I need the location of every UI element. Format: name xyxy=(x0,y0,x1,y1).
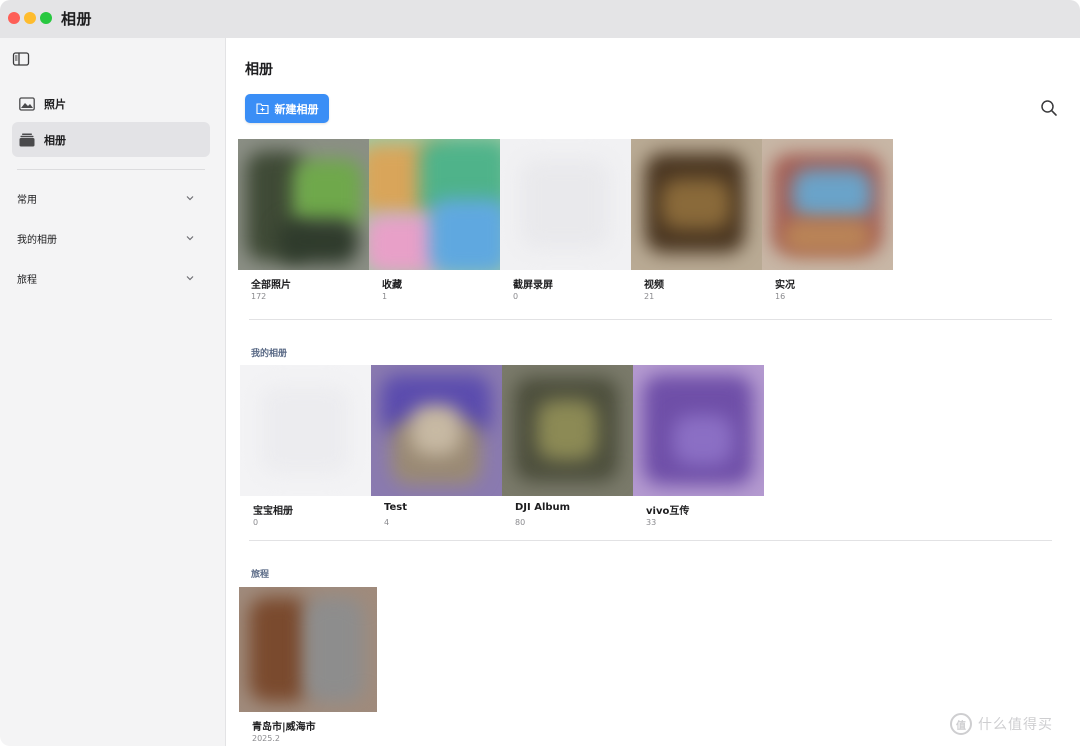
sidebar-group-label: 旅程 xyxy=(17,274,37,286)
section-divider xyxy=(249,540,1052,541)
album-count: 16 xyxy=(775,292,786,301)
album-thumbnail xyxy=(240,365,371,496)
album-count: 80 xyxy=(515,518,526,527)
sidebar-group-label: 我的相册 xyxy=(17,234,57,246)
page-title: 相册 xyxy=(245,62,273,78)
album-name: 宝宝相册 xyxy=(253,506,293,517)
chevron-down-icon xyxy=(186,276,194,281)
sidebar-group-my-albums[interactable]: 我的相册 xyxy=(17,228,195,248)
album-name: 收藏 xyxy=(382,280,402,291)
sidebar-item-label: 照片 xyxy=(44,97,66,111)
album-thumbnail xyxy=(369,139,500,270)
sidebar-group-common[interactable]: 常用 xyxy=(17,188,195,208)
watermark: 值 什么值得买 xyxy=(950,713,1053,735)
album-thumbnail xyxy=(238,139,369,270)
album-count: 33 xyxy=(646,518,657,527)
album-name: 视频 xyxy=(644,280,664,291)
maximize-window-button[interactable] xyxy=(40,12,52,24)
sidebar-item-albums[interactable]: 相册 xyxy=(12,122,210,157)
album-name: Test xyxy=(384,502,408,513)
new-album-label: 新建相册 xyxy=(274,102,319,116)
album-thumbnail xyxy=(631,139,762,270)
watermark-logo: 值 xyxy=(950,713,972,735)
sidebar-item-label: 相册 xyxy=(44,133,66,147)
album-name: DJI Album xyxy=(515,502,571,513)
section-divider xyxy=(249,319,1052,320)
album-name: 截屏录屏 xyxy=(513,280,553,291)
album-stack-icon xyxy=(18,132,36,148)
watermark-text: 什么值得买 xyxy=(978,717,1053,733)
album-count: 1 xyxy=(382,292,388,301)
sidebar-item-photos[interactable]: 照片 xyxy=(12,86,210,121)
album-name: 全部照片 xyxy=(251,280,291,291)
sidebar-group-label: 常用 xyxy=(17,194,37,206)
album-name: vivo互传 xyxy=(646,506,690,517)
sidebar-toggle-icon[interactable] xyxy=(12,51,30,67)
journeys-heading: 旅程 xyxy=(251,570,270,580)
add-album-icon xyxy=(255,102,269,115)
close-window-button[interactable] xyxy=(8,12,20,24)
album-thumbnail xyxy=(502,365,633,496)
album-count: 0 xyxy=(253,518,259,527)
album-thumbnail xyxy=(762,139,893,270)
album-name: 实况 xyxy=(775,280,795,291)
album-thumbnail xyxy=(633,365,764,496)
chevron-down-icon xyxy=(186,236,194,241)
search-icon[interactable] xyxy=(1039,98,1059,118)
sidebar-group-journeys[interactable]: 旅程 xyxy=(17,268,195,288)
my-albums-heading: 我的相册 xyxy=(251,349,288,359)
journey-date: 2025.2 xyxy=(252,734,280,743)
journey-name: 青岛市|威海市 xyxy=(252,722,316,733)
new-album-button[interactable]: 新建相册 xyxy=(245,94,329,123)
album-count: 21 xyxy=(644,292,655,301)
photo-icon xyxy=(18,96,36,112)
minimize-window-button[interactable] xyxy=(24,12,36,24)
album-count: 172 xyxy=(251,292,267,301)
journey-thumbnail xyxy=(239,587,377,712)
window-title: 相册 xyxy=(61,10,93,28)
chevron-down-icon xyxy=(186,196,194,201)
sidebar: 照片 相册 常用 我的相册 旅程 xyxy=(0,38,226,746)
title-bar: 相册 xyxy=(0,0,1080,38)
sidebar-divider xyxy=(17,169,205,170)
album-count: 0 xyxy=(513,292,519,301)
album-thumbnail xyxy=(371,365,502,496)
main-content: 相册 新建相册 全部照片 172 收藏 1 截屏录屏 0 视频 21 实况 16… xyxy=(226,38,1080,746)
album-thumbnail xyxy=(500,139,631,270)
app-window: 相册 照片 相册 常用 我的相册 旅程 相册 新建相册 全部照片 172 收藏 … xyxy=(0,0,1080,746)
album-count: 4 xyxy=(384,518,390,527)
